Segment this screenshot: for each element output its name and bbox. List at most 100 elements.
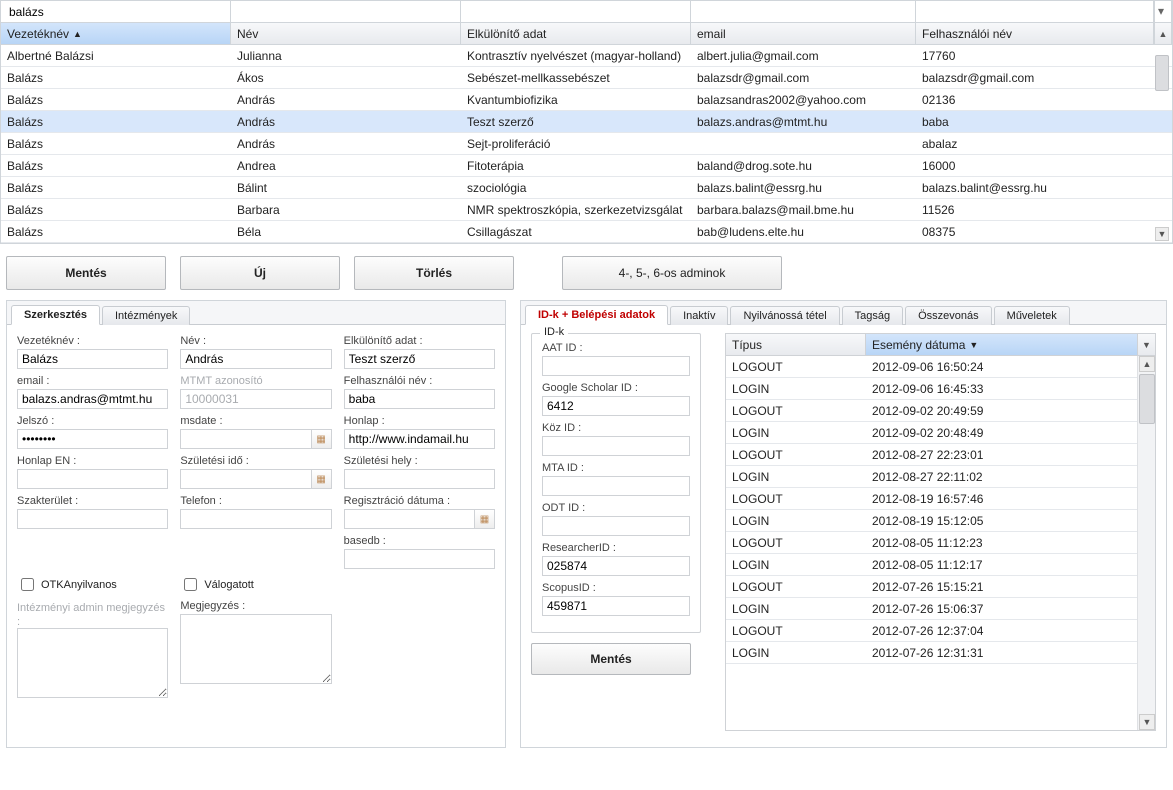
tab-nyilvanossa[interactable]: Nyilvánossá tétel [730,306,839,325]
datepicker-icon[interactable]: ▦ [312,429,332,449]
col-header-email[interactable]: email [691,23,916,44]
datepicker-icon[interactable]: ▦ [312,469,332,489]
input-mta[interactable] [542,476,690,496]
col-label: email [697,27,726,41]
table-row[interactable]: BalázsÁkosSebészet-mellkassebészetbalazs… [1,67,1172,89]
tab-szerkesztes[interactable]: Szerkesztés [11,305,100,325]
filter-elkulonito[interactable] [461,1,691,22]
input-jelszo[interactable] [17,429,168,449]
chk-otka[interactable] [21,578,34,591]
ids-save-button[interactable]: Mentés [531,643,691,675]
input-regdatum[interactable] [344,509,475,529]
grid-scroll-up[interactable]: ▲ [1154,23,1172,44]
funnel-icon[interactable]: ▾ [1154,4,1168,18]
tab-inaktiv[interactable]: Inaktív [670,306,728,325]
list-item[interactable]: LOGOUT2012-07-26 15:15:21 [726,576,1155,598]
input-szakterulet[interactable] [17,509,168,529]
lbl-otka: OTKAnyilvanos [41,579,117,591]
list-item[interactable]: LOGOUT2012-09-06 16:50:24 [726,356,1155,378]
lbl-szulido: Születési idő : [180,455,331,467]
input-user[interactable] [344,389,495,409]
admins-button[interactable]: 4-, 5-, 6-os adminok [562,256,782,290]
list-item[interactable]: LOGIN2012-07-26 15:06:37 [726,598,1155,620]
grid-scroll-thumb[interactable] [1155,55,1169,91]
list-item[interactable]: LOGIN2012-07-26 12:31:31 [726,642,1155,664]
input-researcherid[interactable] [542,556,690,576]
evt-scrollbar[interactable]: ▲ ▼ [1137,356,1155,730]
evt-col-tipus[interactable]: Típus [726,334,866,355]
input-vezeteknev[interactable] [17,349,168,369]
evt-cell-type: LOGIN [726,510,866,531]
input-nev[interactable] [180,349,331,369]
list-item[interactable]: LOGIN2012-08-19 15:12:05 [726,510,1155,532]
table-cell: Kontrasztív nyelvészet (magyar-holland) [461,45,691,66]
tab-idk[interactable]: ID-k + Belépési adatok [525,305,668,325]
filter-input-vezeteknev[interactable] [7,4,224,20]
lbl-gscholar: Google Scholar ID : [542,382,690,394]
chk-valogatott[interactable] [184,578,197,591]
input-basedb[interactable] [344,549,495,569]
grid-scroll-down[interactable]: ▼ [1155,227,1169,241]
table-cell: Sejt-proliferáció [461,133,691,154]
input-szulhely[interactable] [344,469,495,489]
list-item[interactable]: LOGOUT2012-07-26 12:37:04 [726,620,1155,642]
input-telefon[interactable] [180,509,331,529]
input-szulido[interactable] [180,469,311,489]
list-item[interactable]: LOGIN2012-08-27 22:11:02 [726,466,1155,488]
input-megjegyzes[interactable] [180,614,331,684]
table-row[interactable]: BalázsBarbaraNMR spektroszkópia, szerkez… [1,199,1172,221]
scroll-up-icon[interactable]: ▲ [1139,356,1155,372]
lbl-jelszo: Jelszó : [17,415,168,427]
list-item[interactable]: LOGIN2012-09-06 16:45:33 [726,378,1155,400]
tab-osszevonas[interactable]: Összevonás [905,306,992,325]
input-odt[interactable] [542,516,690,536]
table-row[interactable]: Albertné BalázsiJuliannaKontrasztív nyel… [1,45,1172,67]
input-aat[interactable] [542,356,690,376]
evt-cell-type: LOGIN [726,422,866,443]
list-item[interactable]: LOGOUT2012-08-27 22:23:01 [726,444,1155,466]
input-honlap[interactable] [344,429,495,449]
lbl-szulhely: Születési hely : [344,455,495,467]
delete-button[interactable]: Törlés [354,256,514,290]
table-row[interactable]: BalázsAndrásTeszt szerzőbalazs.andras@mt… [1,111,1172,133]
col-header-nev[interactable]: Név [231,23,461,44]
col-header-elkulonito[interactable]: Elkülönítő adat [461,23,691,44]
table-cell [691,133,916,154]
col-label: Típus [732,338,762,352]
list-item[interactable]: LOGIN2012-09-02 20:48:49 [726,422,1155,444]
filter-vezeteknev[interactable] [1,1,231,22]
table-row[interactable]: BalázsAndreaFitoterápiabaland@drog.sote.… [1,155,1172,177]
table-row[interactable]: BalázsAndrásSejt-proliferációabalaz [1,133,1172,155]
tab-muveletek[interactable]: Műveletek [994,306,1070,325]
col-header-felhasznalo[interactable]: Felhasználói név [916,23,1154,44]
scroll-down-icon[interactable]: ▼ [1139,714,1155,730]
filter-email[interactable] [691,1,916,22]
tab-tagsag[interactable]: Tagság [842,306,903,325]
input-elkulonito[interactable] [344,349,495,369]
filter-felhasznalo[interactable] [916,1,1154,22]
table-row[interactable]: BalázsAndrásKvantumbiofizikabalazsandras… [1,89,1172,111]
col-header-vezeteknev[interactable]: Vezetéknév ▲ [1,23,231,44]
save-button[interactable]: Mentés [6,256,166,290]
table-row[interactable]: BalázsBálintszociológiabalazs.balint@ess… [1,177,1172,199]
table-row[interactable]: BalázsBélaCsillagászatbab@ludens.elte.hu… [1,221,1172,243]
input-email[interactable] [17,389,168,409]
input-scopus[interactable] [542,596,690,616]
list-item[interactable]: LOGOUT2012-09-02 20:49:59 [726,400,1155,422]
evt-col-menu[interactable]: ▼ [1137,334,1155,355]
filter-nev[interactable] [231,1,461,22]
scroll-thumb[interactable] [1139,374,1155,424]
evt-col-datum[interactable]: Esemény dátuma▼ [866,334,1137,355]
list-item[interactable]: LOGOUT2012-08-05 11:12:23 [726,532,1155,554]
input-honlapen[interactable] [17,469,168,489]
list-item[interactable]: LOGIN2012-08-05 11:12:17 [726,554,1155,576]
table-cell: Kvantumbiofizika [461,89,691,110]
datepicker-icon[interactable]: ▦ [475,509,495,529]
input-msdate[interactable] [180,429,311,449]
tab-intezmenyek[interactable]: Intézmények [102,306,190,325]
list-item[interactable]: LOGOUT2012-08-19 16:57:46 [726,488,1155,510]
input-gscholar[interactable] [542,396,690,416]
input-koz[interactable] [542,436,690,456]
input-adminmegj[interactable] [17,628,168,698]
new-button[interactable]: Új [180,256,340,290]
